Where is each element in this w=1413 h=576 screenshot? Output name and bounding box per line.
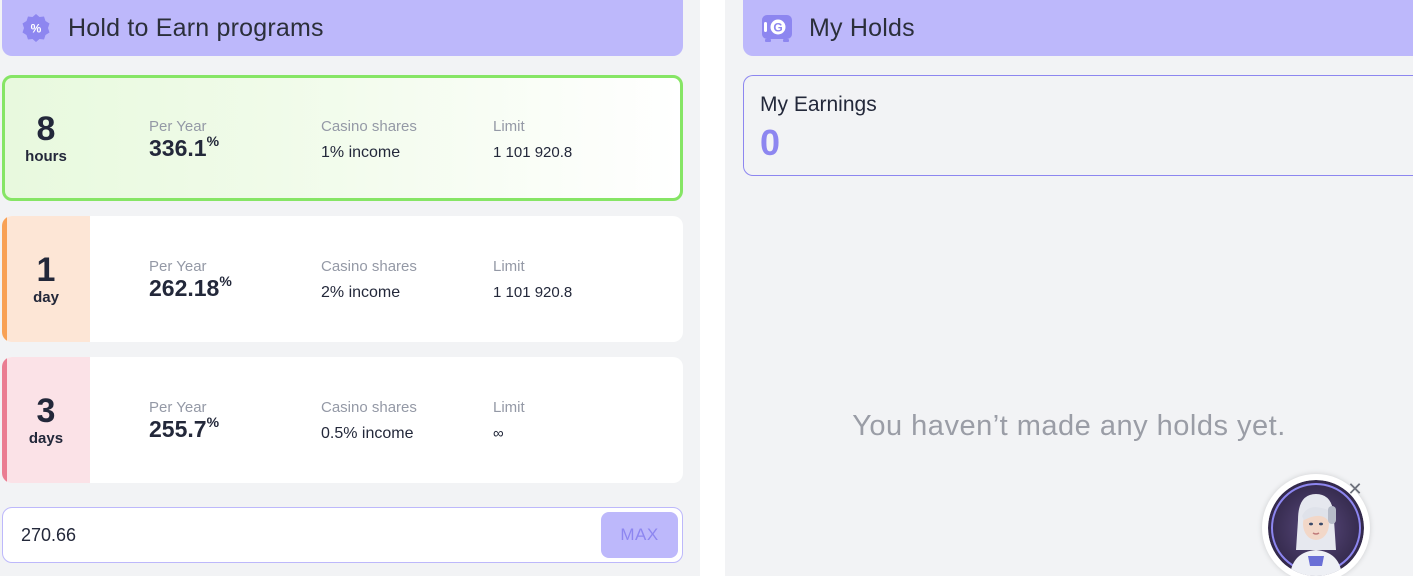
per-year-label: Per Year [149, 399, 207, 416]
percent-badge-icon: % [20, 12, 52, 44]
per-year-label: Per Year [149, 118, 207, 135]
limit-label: Limit [493, 399, 525, 416]
svg-text:G: G [773, 21, 782, 35]
svg-text:%: % [31, 22, 42, 36]
limit-value: 1 101 920.8 [493, 284, 573, 301]
rate-value: 255.7 [149, 416, 207, 442]
program-term: 8 hours [5, 78, 90, 198]
program-stripe [2, 357, 7, 483]
per-year-label: Per Year [149, 258, 207, 275]
holds-header: G My Holds [743, 0, 1413, 56]
term-unit: hours [25, 147, 67, 165]
term-number: 1 [36, 250, 56, 289]
programs-title: Hold to Earn programs [68, 13, 324, 42]
per-year-rate: 336.1% [149, 133, 220, 162]
casino-shares-value: 2% income [321, 284, 401, 301]
casino-shares-value: 1% income [321, 144, 401, 161]
rate-unit: % [219, 273, 232, 289]
programs-header: % Hold to Earn programs [2, 0, 683, 56]
rate-value: 336.1 [149, 135, 207, 161]
holds-title: My Holds [809, 13, 915, 42]
per-year-rate: 262.18% [149, 273, 232, 302]
program-term: 1 day [2, 216, 90, 342]
term-unit: days [28, 429, 64, 447]
program-card-3-days[interactable]: 3 days Per Year 255.7% Casino shares 0.5… [2, 357, 683, 483]
hold-programs-panel: % Hold to Earn programs 8 hours Per Year… [0, 0, 700, 576]
rate-unit: % [206, 133, 220, 149]
amount-field: MAX [2, 507, 683, 563]
earnings-value: 0 [760, 122, 781, 163]
term-unit: day [33, 288, 59, 306]
my-earnings-box: My Earnings 0 [743, 75, 1413, 176]
casino-shares-value: 0.5% income [321, 425, 414, 442]
program-term: 3 days [2, 357, 90, 483]
limit-value: ∞ [493, 425, 504, 442]
rate-value: 262.18 [149, 275, 220, 301]
earnings-label: My Earnings [760, 93, 877, 116]
amount-input[interactable] [21, 508, 581, 562]
rate-unit: % [206, 414, 220, 430]
close-icon[interactable]: ✕ [1346, 479, 1364, 499]
empty-holds-message: You haven’t made any holds yet. [852, 410, 1286, 442]
safe-coin-icon: G [761, 12, 793, 44]
program-stripe [2, 216, 7, 342]
max-button[interactable]: MAX [601, 512, 678, 558]
term-number: 3 [36, 391, 56, 430]
casino-shares-label: Casino shares [321, 399, 417, 416]
program-card-8-hours[interactable]: 8 hours Per Year 336.1% Casino shares 1%… [2, 75, 683, 201]
limit-value: 1 101 920.8 [493, 144, 573, 161]
casino-shares-label: Casino shares [321, 118, 417, 135]
column-divider [700, 0, 725, 576]
limit-label: Limit [493, 118, 525, 135]
limit-label: Limit [493, 258, 525, 275]
casino-shares-label: Casino shares [321, 258, 417, 275]
program-card-1-day[interactable]: 1 day Per Year 262.18% Casino shares 2% … [2, 216, 683, 342]
per-year-rate: 255.7% [149, 414, 220, 443]
term-number: 8 [36, 109, 56, 148]
